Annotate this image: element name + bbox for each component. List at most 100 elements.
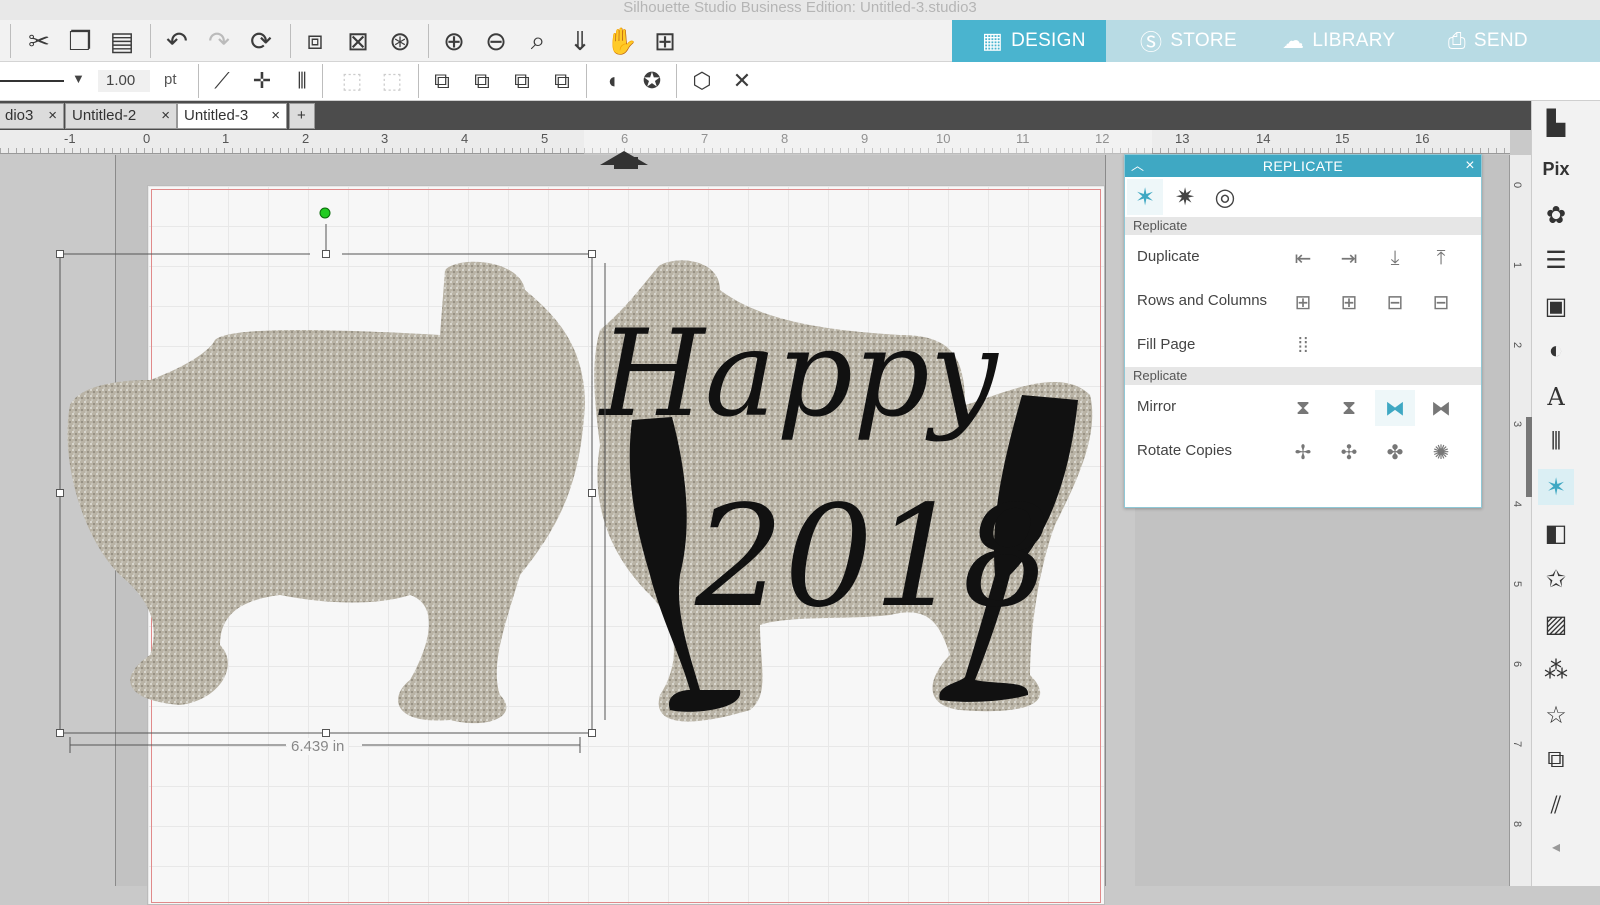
line-width-input[interactable]: 1.00 bbox=[98, 70, 150, 92]
compound-icon[interactable]: ⊛ bbox=[383, 24, 417, 58]
fill-page-row: Fill Page ⁞⁞ bbox=[1125, 323, 1481, 367]
artwork-text-happy: Happy bbox=[598, 305, 1000, 444]
resize-handle[interactable] bbox=[56, 250, 64, 258]
fill-pattern-icon[interactable]: ▣ bbox=[1538, 288, 1574, 324]
row-of-three-icon[interactable]: ⊞ bbox=[1329, 284, 1369, 320]
section-header: Replicate bbox=[1125, 367, 1481, 385]
resize-handle[interactable] bbox=[588, 250, 596, 258]
fill-palette-icon[interactable]: ✿ bbox=[1538, 197, 1574, 233]
column-of-two-icon[interactable]: ⊟ bbox=[1375, 284, 1415, 320]
pixscan-icon[interactable]: Pix bbox=[1538, 151, 1574, 187]
window-title: Silhouette Studio Business Edition: Unti… bbox=[0, 0, 1600, 20]
close-tab-icon[interactable]: × bbox=[48, 104, 57, 128]
rotate-handle[interactable] bbox=[319, 207, 331, 219]
redo-icon[interactable]: ↷ bbox=[202, 24, 236, 58]
text-style-icon[interactable]: A bbox=[1538, 379, 1574, 415]
transform-icon[interactable]: ⬚ bbox=[336, 65, 368, 97]
send-backward-icon[interactable]: ⧉ bbox=[506, 65, 538, 97]
line-tool-icon[interactable]: ⟋ bbox=[206, 65, 238, 97]
zoom-select-icon[interactable]: ⌕ bbox=[521, 24, 555, 58]
trace-icon[interactable]: ▨ bbox=[1538, 606, 1574, 642]
sketch-icon[interactable]: ⁂ bbox=[1538, 652, 1574, 688]
bring-forward-icon[interactable]: ⧉ bbox=[466, 65, 498, 97]
mirror-above-icon[interactable]: ⧗ bbox=[1329, 390, 1369, 426]
mirror-left-icon[interactable]: ⧓ bbox=[1375, 390, 1415, 426]
send-panel-icon[interactable]: ⫽ bbox=[1538, 788, 1574, 824]
line-width-unit: pt bbox=[164, 71, 177, 88]
column-of-three-icon[interactable]: ⊟ bbox=[1421, 284, 1461, 320]
replicate-advanced-tab-icon[interactable]: ✷ bbox=[1167, 179, 1203, 215]
ungroup-icon[interactable]: ⊠ bbox=[341, 24, 375, 58]
rotate-six-copies-icon[interactable]: ✺ bbox=[1421, 434, 1461, 470]
paste-icon[interactable]: ▤ bbox=[105, 24, 139, 58]
duplicate-right-icon[interactable]: ⇥ bbox=[1329, 240, 1369, 276]
resize-handle[interactable] bbox=[588, 489, 596, 497]
rotate-two-copies-icon[interactable]: ✢ bbox=[1283, 434, 1323, 470]
layers-icon[interactable]: ⧉ bbox=[1538, 742, 1574, 778]
duplicate-above-icon[interactable]: ⤒ bbox=[1421, 240, 1461, 276]
resize-handle[interactable] bbox=[56, 729, 64, 737]
undo-icon[interactable]: ↶ bbox=[160, 24, 194, 58]
tab-store[interactable]: Ⓢ STORE bbox=[1106, 20, 1266, 62]
collapse-arrow-icon[interactable]: ◂ bbox=[1538, 829, 1574, 865]
tab-untitled-3[interactable]: Untitled-3 × bbox=[177, 103, 287, 129]
fill-page-icon[interactable]: ⁞⁞ bbox=[1283, 328, 1323, 364]
3d-box-icon[interactable]: ⬡ bbox=[686, 65, 718, 97]
tab-library[interactable]: ☁ LIBRARY bbox=[1266, 20, 1432, 62]
resize-handle[interactable] bbox=[322, 250, 330, 258]
close-icon[interactable]: ✕ bbox=[726, 65, 758, 97]
scale-icon[interactable]: ⬚ bbox=[376, 65, 408, 97]
align-icon[interactable]: ⫴ bbox=[286, 65, 318, 97]
cut-icon[interactable]: ✂ bbox=[22, 24, 56, 58]
resize-handle[interactable] bbox=[322, 729, 330, 737]
zoom-out-icon[interactable]: ⊖ bbox=[479, 24, 513, 58]
resize-handle[interactable] bbox=[588, 729, 596, 737]
toolbar-separator bbox=[586, 64, 587, 98]
mirror-below-icon[interactable]: ⧗ bbox=[1283, 390, 1323, 426]
rotate-three-copies-icon[interactable]: ✣ bbox=[1329, 434, 1369, 470]
tab-design[interactable]: ▦ DESIGN bbox=[952, 20, 1106, 62]
replicate-basic-tab-icon[interactable]: ✶ bbox=[1127, 179, 1163, 215]
copy-icon[interactable]: ❐ bbox=[63, 24, 97, 58]
close-tab-icon[interactable]: × bbox=[271, 104, 280, 128]
redraw-icon[interactable]: ⟳ bbox=[244, 24, 278, 58]
toolbar-separator bbox=[10, 24, 11, 58]
modify-icon[interactable]: ◧ bbox=[1538, 515, 1574, 551]
page-setup-icon[interactable]: ▙ bbox=[1538, 105, 1574, 141]
tab-send[interactable]: ⎙ SEND bbox=[1432, 20, 1600, 62]
document-tab-bar: dio3 × Untitled-2 × Untitled-3 × + bbox=[0, 101, 1538, 130]
fit-page-icon[interactable]: ⊞ bbox=[648, 24, 682, 58]
collapse-icon[interactable]: ︿ bbox=[1131, 155, 1144, 177]
close-icon[interactable]: × bbox=[1465, 155, 1475, 177]
shapes-icon[interactable]: ◖ bbox=[596, 65, 628, 97]
send-back-icon[interactable]: ⧉ bbox=[546, 65, 578, 97]
duplicate-below-icon[interactable]: ⤓ bbox=[1375, 240, 1415, 276]
tab-untitled-2[interactable]: Untitled-2 × bbox=[65, 103, 177, 129]
align-panel-icon[interactable]: ⫴ bbox=[1538, 424, 1574, 460]
add-tab-button[interactable]: + bbox=[289, 103, 315, 129]
rotate-four-copies-icon[interactable]: ✤ bbox=[1375, 434, 1415, 470]
replicate-panel-header[interactable]: ︿ REPLICATE × bbox=[1125, 155, 1481, 177]
offset-icon[interactable]: ✩ bbox=[1538, 561, 1574, 597]
close-tab-icon[interactable]: × bbox=[161, 104, 170, 128]
line-style-icon[interactable]: ☰ bbox=[1538, 242, 1574, 278]
tab-dio3[interactable]: dio3 × bbox=[0, 103, 64, 129]
replicate-icon[interactable]: ✶ bbox=[1538, 469, 1574, 505]
row-of-two-icon[interactable]: ⊞ bbox=[1283, 284, 1323, 320]
pan-down-icon[interactable]: ⇓ bbox=[563, 24, 597, 58]
zoom-in-icon[interactable]: ⊕ bbox=[437, 24, 471, 58]
move-icon[interactable]: ✛ bbox=[246, 65, 278, 97]
gradient-icon[interactable]: ◐ bbox=[1538, 333, 1574, 369]
star-icon[interactable]: ✪ bbox=[636, 65, 668, 97]
rhinestone-icon[interactable]: ☆ bbox=[1538, 697, 1574, 733]
duplicate-left-icon[interactable]: ⇤ bbox=[1283, 240, 1323, 276]
resize-handle[interactable] bbox=[56, 489, 64, 497]
replicate-radial-tab-icon[interactable]: ◎ bbox=[1207, 179, 1243, 215]
hand-icon[interactable]: ✋ bbox=[605, 24, 639, 58]
chevron-down-icon[interactable]: ▼ bbox=[72, 71, 85, 86]
bring-front-icon[interactable]: ⧉ bbox=[426, 65, 458, 97]
group-icon[interactable]: ⧈ bbox=[298, 24, 332, 58]
replicate-tabs: ✶ ✷ ◎ bbox=[1125, 177, 1481, 217]
mirror-right-icon[interactable]: ⧓ bbox=[1421, 390, 1461, 426]
sidebar-scroll-indicator[interactable] bbox=[1526, 417, 1532, 497]
